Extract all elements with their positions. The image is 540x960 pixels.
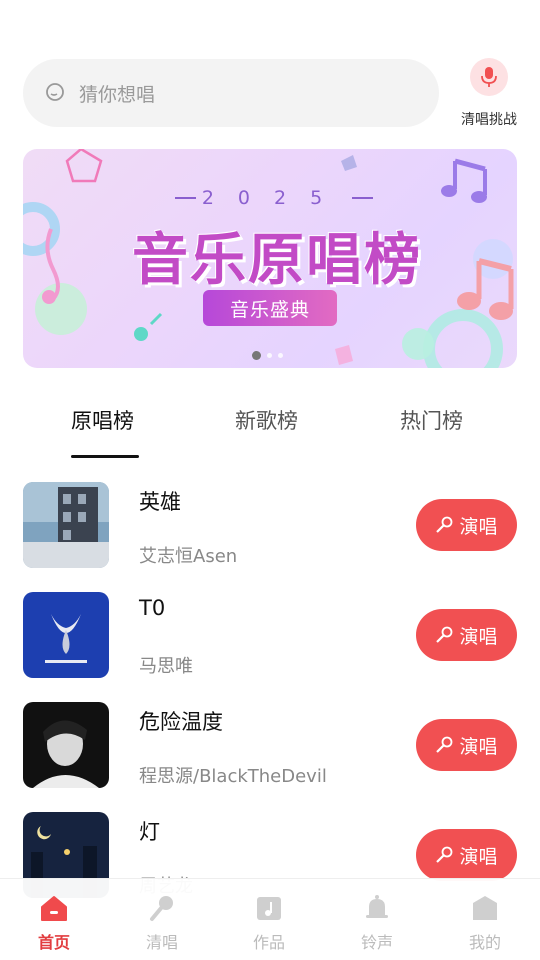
pagination-dot (267, 353, 272, 358)
sing-button-label: 演唱 (459, 845, 498, 868)
tab-hot-chart[interactable]: 热门榜 (400, 405, 463, 435)
song-title: T0 (139, 596, 166, 620)
nav-works[interactable]: 作品 (229, 893, 309, 953)
sing-button-label: 演唱 (459, 625, 498, 648)
song-title: 灯 (139, 820, 160, 844)
pagination-dot (278, 353, 283, 358)
microphone-icon (470, 58, 508, 96)
album-cover (23, 702, 109, 788)
sing-button[interactable]: 演唱 (416, 499, 517, 551)
microphone-icon (436, 516, 453, 533)
tab-new-songs-chart[interactable]: 新歌榜 (235, 405, 298, 435)
album-cover (23, 592, 109, 678)
nav-label: 清唱 (145, 933, 178, 952)
list-item[interactable]: T0 马思唯 演唱 (0, 592, 540, 682)
pagination-dot-active (252, 351, 261, 360)
song-artist: 马思唯 (139, 656, 193, 677)
nav-a-cappella[interactable]: 清唱 (122, 893, 202, 953)
nav-label: 我的 (468, 933, 501, 952)
sing-button-label: 演唱 (459, 735, 498, 758)
banner-subtitle: 音乐盛典 (203, 290, 337, 326)
song-title: 危险温度 (139, 710, 223, 734)
sing-button[interactable]: 演唱 (416, 829, 517, 881)
nav-label: 首页 (37, 933, 70, 952)
microphone-icon (436, 736, 453, 753)
list-item[interactable]: 英雄 艾志恒Asen 演唱 (0, 482, 540, 572)
nav-profile[interactable]: 我的 (445, 893, 525, 953)
bell-icon (366, 895, 388, 918)
banner-year: 2025 (169, 187, 379, 209)
microphone-icon (436, 626, 453, 643)
song-artist: 艾志恒Asen (139, 546, 238, 567)
microphone-icon (150, 896, 173, 921)
a-cappella-challenge-button[interactable]: 清唱挑战 (456, 58, 522, 129)
nav-label: 铃声 (360, 933, 393, 952)
bottom-navigation: 首页 清唱 作品 铃声 我的 (0, 878, 540, 960)
song-title: 英雄 (139, 490, 181, 514)
search-icon (46, 83, 64, 101)
search-placeholder: 猜你想唱 (79, 83, 156, 106)
user-icon (473, 896, 497, 920)
song-artist: 程思源/BlackTheDevil (139, 766, 327, 787)
microphone-icon (436, 846, 453, 863)
challenge-label: 清唱挑战 (461, 112, 517, 128)
music-box-icon (257, 897, 281, 920)
home-icon (41, 896, 67, 921)
banner-title: 音乐原唱榜 (132, 228, 422, 293)
tab-original-chart[interactable]: 原唱榜 (71, 405, 134, 435)
search-input[interactable]: 猜你想唱 (23, 59, 439, 127)
promo-banner[interactable]: 2025 音乐原唱榜 音乐盛典 (23, 149, 517, 368)
nav-label: 作品 (252, 933, 285, 952)
sing-button[interactable]: 演唱 (416, 719, 517, 771)
nav-home[interactable]: 首页 (14, 893, 94, 953)
album-cover (23, 482, 109, 568)
active-tab-indicator (71, 455, 139, 458)
list-item[interactable]: 危险温度 程思源/BlackTheDevil 演唱 (0, 702, 540, 792)
chart-tabs: 原唱榜 新歌榜 热门榜 (0, 405, 540, 461)
sing-button-label: 演唱 (459, 515, 498, 538)
banner-pagination (252, 351, 283, 360)
nav-ringtones[interactable]: 铃声 (337, 893, 417, 953)
sing-button[interactable]: 演唱 (416, 609, 517, 661)
